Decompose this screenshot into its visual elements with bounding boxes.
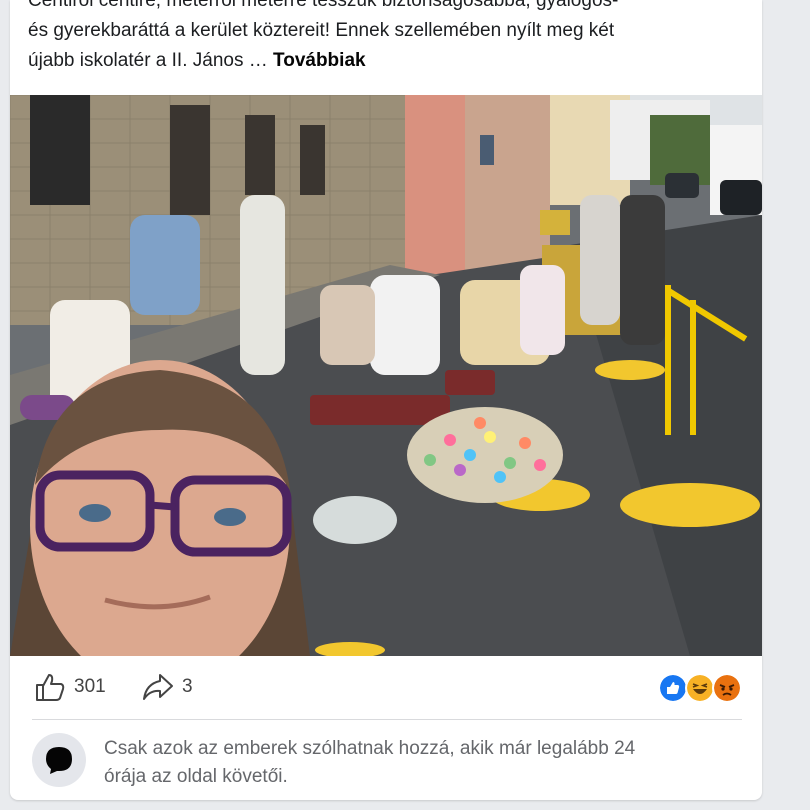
angry-icon <box>712 673 742 703</box>
share-arrow-icon <box>143 674 173 700</box>
post-text-line3: újabb iskolatér a II. János … <box>28 50 274 71</box>
speech-bubble-icon <box>46 747 72 774</box>
post-text-line: Centiről centire, méterről méterre tessz… <box>28 0 619 11</box>
comment-icon-avatar <box>32 733 86 787</box>
share-button[interactable]: 3 <box>142 672 193 702</box>
thumbs-up-icon <box>36 674 65 701</box>
comment-restriction-line: órája az oldal követői. <box>104 766 288 787</box>
post-text: Centiről centire, méterről méterre tessz… <box>28 0 748 76</box>
comment-restriction-notice: Csak azok az emberek szólhatnak hozzá, a… <box>32 733 742 793</box>
post-stats: 301 3 <box>10 662 762 714</box>
post-text-line: és gyerekbaráttá a kerület köztereit! En… <box>28 20 615 41</box>
comment-restriction-line: Csak azok az emberek szólhatnak hozzá, a… <box>104 738 636 759</box>
like-icon <box>658 673 688 703</box>
see-more-link[interactable]: Továbbiak <box>273 50 366 71</box>
likes-count: 301 <box>74 676 106 697</box>
reaction-summary[interactable] <box>658 673 742 703</box>
post-text-line: újabb iskolatér a II. János … Továbbiak <box>28 46 748 76</box>
post-card: Centiről centire, méterről méterre tessz… <box>10 0 762 800</box>
comment-restriction-text: Csak azok az emberek szólhatnak hozzá, a… <box>104 735 744 791</box>
like-button[interactable]: 301 <box>34 672 106 702</box>
divider <box>32 719 742 720</box>
shares-count: 3 <box>182 676 193 697</box>
photo-scene <box>10 95 762 656</box>
haha-icon <box>685 673 715 703</box>
post-photo[interactable] <box>10 95 762 656</box>
